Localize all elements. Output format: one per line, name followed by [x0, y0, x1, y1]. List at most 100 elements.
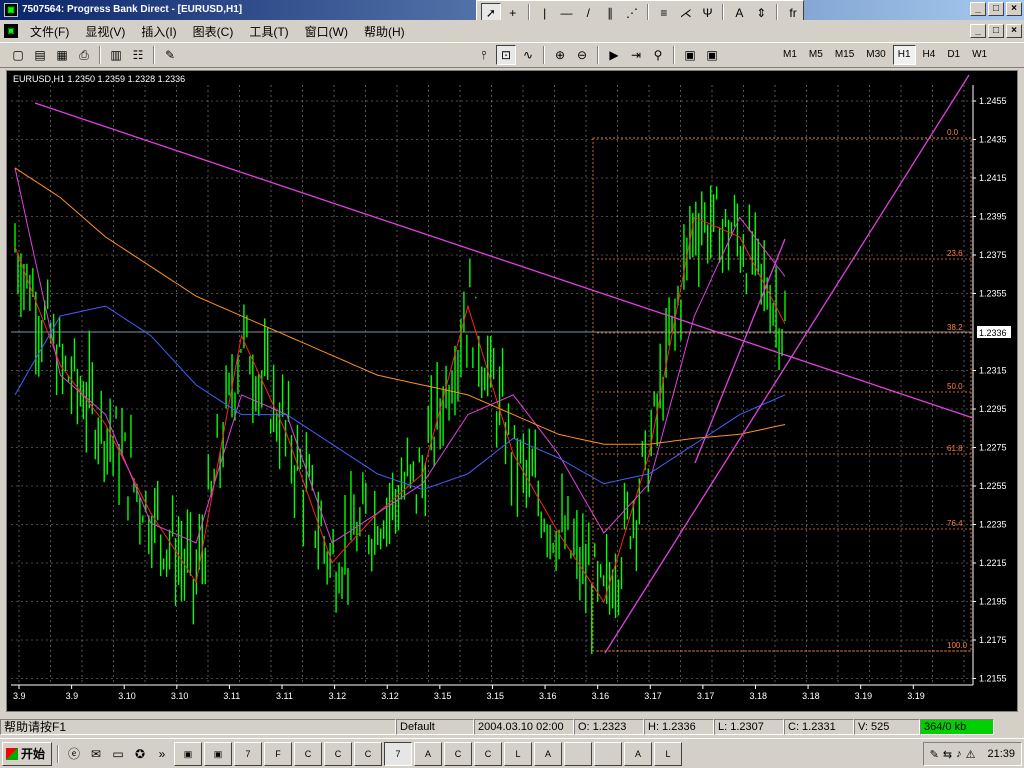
price-tick-label: 1.2215: [979, 558, 1007, 568]
print-preview-icon[interactable]: ▥: [106, 45, 126, 65]
timeframe-w1[interactable]: W1: [967, 45, 992, 65]
close-button[interactable]: ×: [1006, 2, 1022, 16]
price-chart[interactable]: EURUSD,H1 1.2350 1.2359 1.2328 1.2336 1.2…: [7, 71, 1017, 711]
fibonacci-level-label: 50.0: [947, 382, 963, 391]
start-button[interactable]: 开始: [2, 741, 52, 766]
date-tick-label: 3.19: [907, 691, 925, 701]
taskbar-item[interactable]: L: [504, 741, 532, 766]
document-icon[interactable]: ▣: [4, 24, 18, 38]
open-icon[interactable]: ▤: [30, 45, 50, 65]
zoom-out-icon[interactable]: ⊖: [572, 45, 592, 65]
date-tick-label: 3.9: [66, 691, 79, 701]
price-tick-label: 1.2255: [979, 481, 1007, 491]
ma-mid-line: [14, 167, 786, 544]
timeframe-h1[interactable]: H1: [892, 45, 916, 65]
timeframe-d1[interactable]: D1: [942, 45, 965, 65]
status-low: L: 1.2307: [714, 719, 784, 735]
timeframe-m1[interactable]: M1: [778, 45, 802, 65]
taskbar-item[interactable]: A: [534, 741, 562, 766]
taskbar-item-active[interactable]: 7: [384, 741, 412, 766]
taskbar-item[interactable]: A: [414, 741, 442, 766]
taskbar-item[interactable]: L: [654, 741, 682, 766]
menu-bar: ▣ 文件(F) 显视(V) 插入(I) 图表(C) 工具(T) 窗口(W) 帮助…: [0, 20, 1024, 42]
expert-advisor-icon[interactable]: ✎: [160, 45, 180, 65]
timeframe-h4[interactable]: H4: [918, 45, 941, 65]
date-tick-label: 3.15: [486, 691, 504, 701]
taskbar-item[interactable]: F: [264, 741, 292, 766]
tray-security-icon[interactable]: ⚠: [966, 748, 976, 761]
minimize-button[interactable]: _: [970, 2, 986, 16]
child-minimize-button[interactable]: _: [970, 24, 986, 38]
chart-shift-icon[interactable]: ⇥: [626, 45, 646, 65]
zoom-in-icon[interactable]: ⊕: [550, 45, 570, 65]
candlestick-chart-icon[interactable]: ⊡: [496, 45, 516, 65]
price-tick-label: 1.2315: [979, 366, 1007, 376]
tray-network-icon[interactable]: ⇆: [943, 748, 952, 761]
fibonacci-level-label: 0.0: [947, 128, 959, 137]
status-close: C: 1.2331: [784, 719, 854, 735]
app-quicklaunch-icon[interactable]: ✪: [130, 743, 150, 765]
timeframe-m15[interactable]: M15: [830, 45, 859, 65]
child-close-button[interactable]: ×: [1006, 24, 1022, 38]
menu-file[interactable]: 文件(F): [22, 23, 77, 40]
auto-scroll-icon[interactable]: ▶: [604, 45, 624, 65]
date-tick-label: 3.10: [118, 691, 136, 701]
current-price-label: 1.2336: [979, 328, 1007, 338]
status-volume: V: 525: [854, 719, 920, 735]
taskbar-item[interactable]: C: [324, 741, 352, 766]
fibonacci-box: [592, 137, 972, 652]
desktop-icon[interactable]: ▭: [108, 743, 128, 765]
timeframe-m30[interactable]: M30: [861, 45, 890, 65]
date-tick-label: 3.16: [592, 691, 610, 701]
toolbar-separator: [543, 46, 545, 64]
menu-help[interactable]: 帮助(H): [356, 23, 413, 40]
taskbar-item[interactable]: C: [474, 741, 502, 766]
tray-app-icon[interactable]: ✎: [930, 748, 939, 761]
taskbar-item[interactable]: ▣: [174, 741, 202, 766]
maximize-button[interactable]: □: [988, 2, 1004, 16]
timeframe-m5[interactable]: M5: [804, 45, 828, 65]
date-tick-label: 3.18: [749, 691, 767, 701]
date-tick-label: 3.19: [855, 691, 873, 701]
more-icon[interactable]: »: [152, 743, 172, 765]
taskbar-item[interactable]: [594, 741, 622, 766]
menu-tools[interactable]: 工具(T): [241, 23, 296, 40]
menu-insert[interactable]: 插入(I): [133, 23, 184, 40]
menu-charts[interactable]: 图表(C): [185, 23, 242, 40]
chart-header: EURUSD,H1 1.2350 1.2359 1.2328 1.2336: [13, 74, 185, 84]
price-tick-label: 1.2355: [979, 289, 1007, 299]
taskbar-item[interactable]: C: [294, 741, 322, 766]
indicators-icon[interactable]: ⚲: [648, 45, 668, 65]
chart-window[interactable]: EURUSD,H1 1.2350 1.2359 1.2328 1.2336 1.2…: [6, 70, 1018, 712]
new-chart-icon[interactable]: ▢: [8, 45, 28, 65]
date-tick-label: 3.11: [276, 691, 293, 701]
line-chart-icon[interactable]: ∿: [518, 45, 538, 65]
save-icon[interactable]: ▦: [52, 45, 72, 65]
fibonacci-level-label: 100.0: [947, 641, 968, 650]
taskbar-item[interactable]: C: [354, 741, 382, 766]
taskbar-item[interactable]: 7: [234, 741, 262, 766]
child-restore-button[interactable]: □: [988, 24, 1004, 38]
bar-chart-icon[interactable]: ⫯: [474, 45, 494, 65]
ie-icon[interactable]: ⓔ: [64, 743, 84, 765]
menu-window[interactable]: 窗口(W): [297, 23, 356, 40]
menu-view[interactable]: 显视(V): [77, 23, 133, 40]
taskbar-item[interactable]: A: [624, 741, 652, 766]
tray-volume-icon[interactable]: ♪: [956, 748, 962, 760]
date-tick-label: 3.18: [802, 691, 820, 701]
print-icon[interactable]: ⎙: [74, 45, 94, 65]
outlook-icon[interactable]: ✉: [86, 743, 106, 765]
fibonacci-level-label: 38.2: [947, 323, 963, 332]
taskbar-item[interactable]: ▣: [204, 741, 232, 766]
date-tick-label: 3.9: [13, 691, 26, 701]
toolbar-separator: [153, 46, 155, 64]
taskbar-item[interactable]: [564, 741, 592, 766]
trendline-descending: [34, 102, 974, 419]
templates-icon[interactable]: ▣: [702, 45, 722, 65]
price-tick-label: 1.2275: [979, 443, 1007, 453]
properties-icon[interactable]: ☷: [128, 45, 148, 65]
taskbar-item[interactable]: C: [444, 741, 472, 766]
periodicity-icon[interactable]: ▣: [680, 45, 700, 65]
status-time: 2004.03.10 02:00: [474, 719, 574, 735]
taskbar: 开始 ⓔ ✉ ▭ ✪ » ▣ ▣ 7 F C C C 7 A C C L A A…: [0, 738, 1024, 768]
